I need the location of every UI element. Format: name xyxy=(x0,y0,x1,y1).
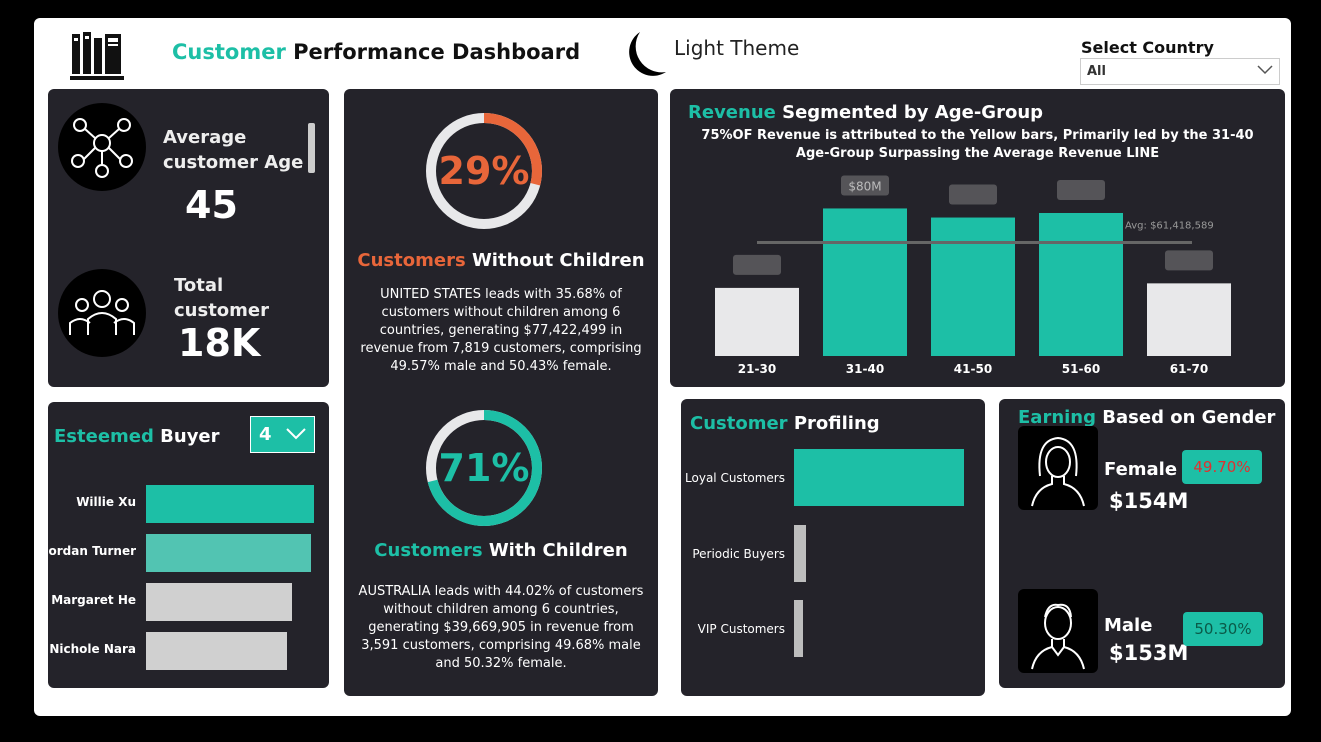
theme-toggle[interactable]: Light Theme xyxy=(618,28,799,80)
customer-stats-card: Average customer Age 45 Total customer 18K xyxy=(48,89,329,387)
gender-earning-card: Earning Based on Gender Female $154M 49.… xyxy=(999,399,1285,688)
chevron-down-icon xyxy=(286,424,306,445)
x-tick-label: 41-50 xyxy=(954,362,992,376)
profiling-title: Customer Profiling xyxy=(690,413,880,434)
data-label-pill xyxy=(949,184,997,205)
page-title: Customer Performance Dashboard xyxy=(172,40,581,64)
group-people-icon xyxy=(58,269,146,357)
avg-age-value: 45 xyxy=(185,183,238,227)
x-tick-label: 21-30 xyxy=(738,362,776,376)
theme-label[interactable]: Light Theme xyxy=(674,36,799,60)
x-tick-label: 61-70 xyxy=(1170,362,1208,376)
data-label: $80M xyxy=(848,179,881,193)
buyer-bar[interactable] xyxy=(146,583,293,621)
buyer-bar[interactable] xyxy=(146,485,314,523)
esteemed-buyer-card: Esteemed Buyer 4 Willie Xu Jordan Turner M… xyxy=(44,402,329,688)
buyer-row[interactable]: Willie Xu xyxy=(48,485,329,523)
buyer-name: Nichole Nara xyxy=(49,642,136,656)
moon-icon[interactable] xyxy=(618,28,668,84)
female-earning: $154M xyxy=(1109,489,1189,513)
customer-profiling-card: Customer Profiling Loyal Customers Period… xyxy=(681,399,985,696)
top-n-value: 4 xyxy=(259,424,272,445)
profiling-bar[interactable] xyxy=(794,525,806,582)
revenue-bar[interactable] xyxy=(823,208,907,356)
x-tick-label: 31-40 xyxy=(846,362,884,376)
buyer-bar[interactable] xyxy=(146,632,288,670)
female-pct-badge: 49.70% xyxy=(1182,450,1262,484)
revenue-bar[interactable] xyxy=(715,287,799,356)
buyer-name: Margaret He xyxy=(51,593,136,607)
with-children-donut: 71% xyxy=(424,408,544,528)
gender-title: Earning Based on Gender xyxy=(1018,407,1276,428)
female-avatar-icon xyxy=(1018,426,1098,510)
data-label-pill xyxy=(1057,179,1105,200)
without-children-pct: 29% xyxy=(438,149,530,193)
data-label-pill xyxy=(733,254,781,275)
total-customer-value: 18K xyxy=(178,321,261,365)
data-label-pill xyxy=(1165,250,1213,271)
profiling-bar[interactable] xyxy=(794,600,803,657)
female-label: Female xyxy=(1104,459,1178,480)
top-n-select[interactable]: 4 xyxy=(250,416,315,453)
buyer-name: Willie Xu xyxy=(76,495,136,509)
buyer-bar[interactable] xyxy=(146,534,311,572)
without-children-donut: 29% xyxy=(424,111,544,231)
total-customer-label: Total customer xyxy=(174,275,270,321)
male-avatar-icon xyxy=(1018,589,1098,673)
revenue-bar[interactable] xyxy=(1147,283,1231,356)
x-tick-label: 51-60 xyxy=(1062,362,1100,376)
profiling-bar[interactable] xyxy=(794,449,964,506)
children-card: 29% Customers Without Children UNITED ST… xyxy=(344,89,658,696)
with-children-title: Customers With Children xyxy=(374,540,628,561)
with-children-text: AUSTRALIA leads with 44.02% of customers… xyxy=(358,584,644,671)
buyer-row[interactable]: Margaret He xyxy=(48,583,329,621)
network-people-icon xyxy=(58,103,146,191)
male-label: Male xyxy=(1104,615,1153,636)
revenue-age-card: Revenue Segmented by Age-Group 75%OF Rev… xyxy=(670,89,1285,387)
profiling-label: VIP Customers xyxy=(697,622,785,636)
country-select[interactable]: All xyxy=(1080,58,1280,85)
male-earning: $153M xyxy=(1109,641,1189,665)
with-children-pct: 71% xyxy=(438,446,530,490)
books-logo-icon xyxy=(70,30,124,82)
revenue-bar[interactable] xyxy=(1039,212,1123,356)
revenue-bar[interactable] xyxy=(931,217,1015,356)
revenue-bar-chart: 21-30 $80M 31-40 41-50 51-60 61-70 Avg: $61,41… xyxy=(715,175,1231,376)
buyer-name: Jordan Turner xyxy=(44,544,136,558)
country-select-value: All xyxy=(1087,64,1106,79)
buyer-row[interactable]: Jordan Turner xyxy=(44,534,329,572)
buyer-row[interactable]: Nichole Nara xyxy=(48,632,329,670)
avg-age-label: Average customer Age xyxy=(163,127,304,173)
without-children-text: UNITED STATES leads with 35.68% of custo… xyxy=(360,287,642,374)
country-select-label: Select Country xyxy=(1081,38,1214,57)
esteemed-buyer-title: Esteemed Buyer xyxy=(54,426,220,447)
average-label: Avg: $61,418,589 xyxy=(1125,221,1214,232)
scrollbar[interactable] xyxy=(308,123,315,173)
without-children-title: Customers Without Children xyxy=(357,250,645,271)
profiling-label: Periodic Buyers xyxy=(692,547,785,561)
male-pct-badge: 50.30% xyxy=(1183,612,1263,646)
profiling-label: Loyal Customers xyxy=(685,471,785,485)
chevron-down-icon xyxy=(1257,64,1273,79)
